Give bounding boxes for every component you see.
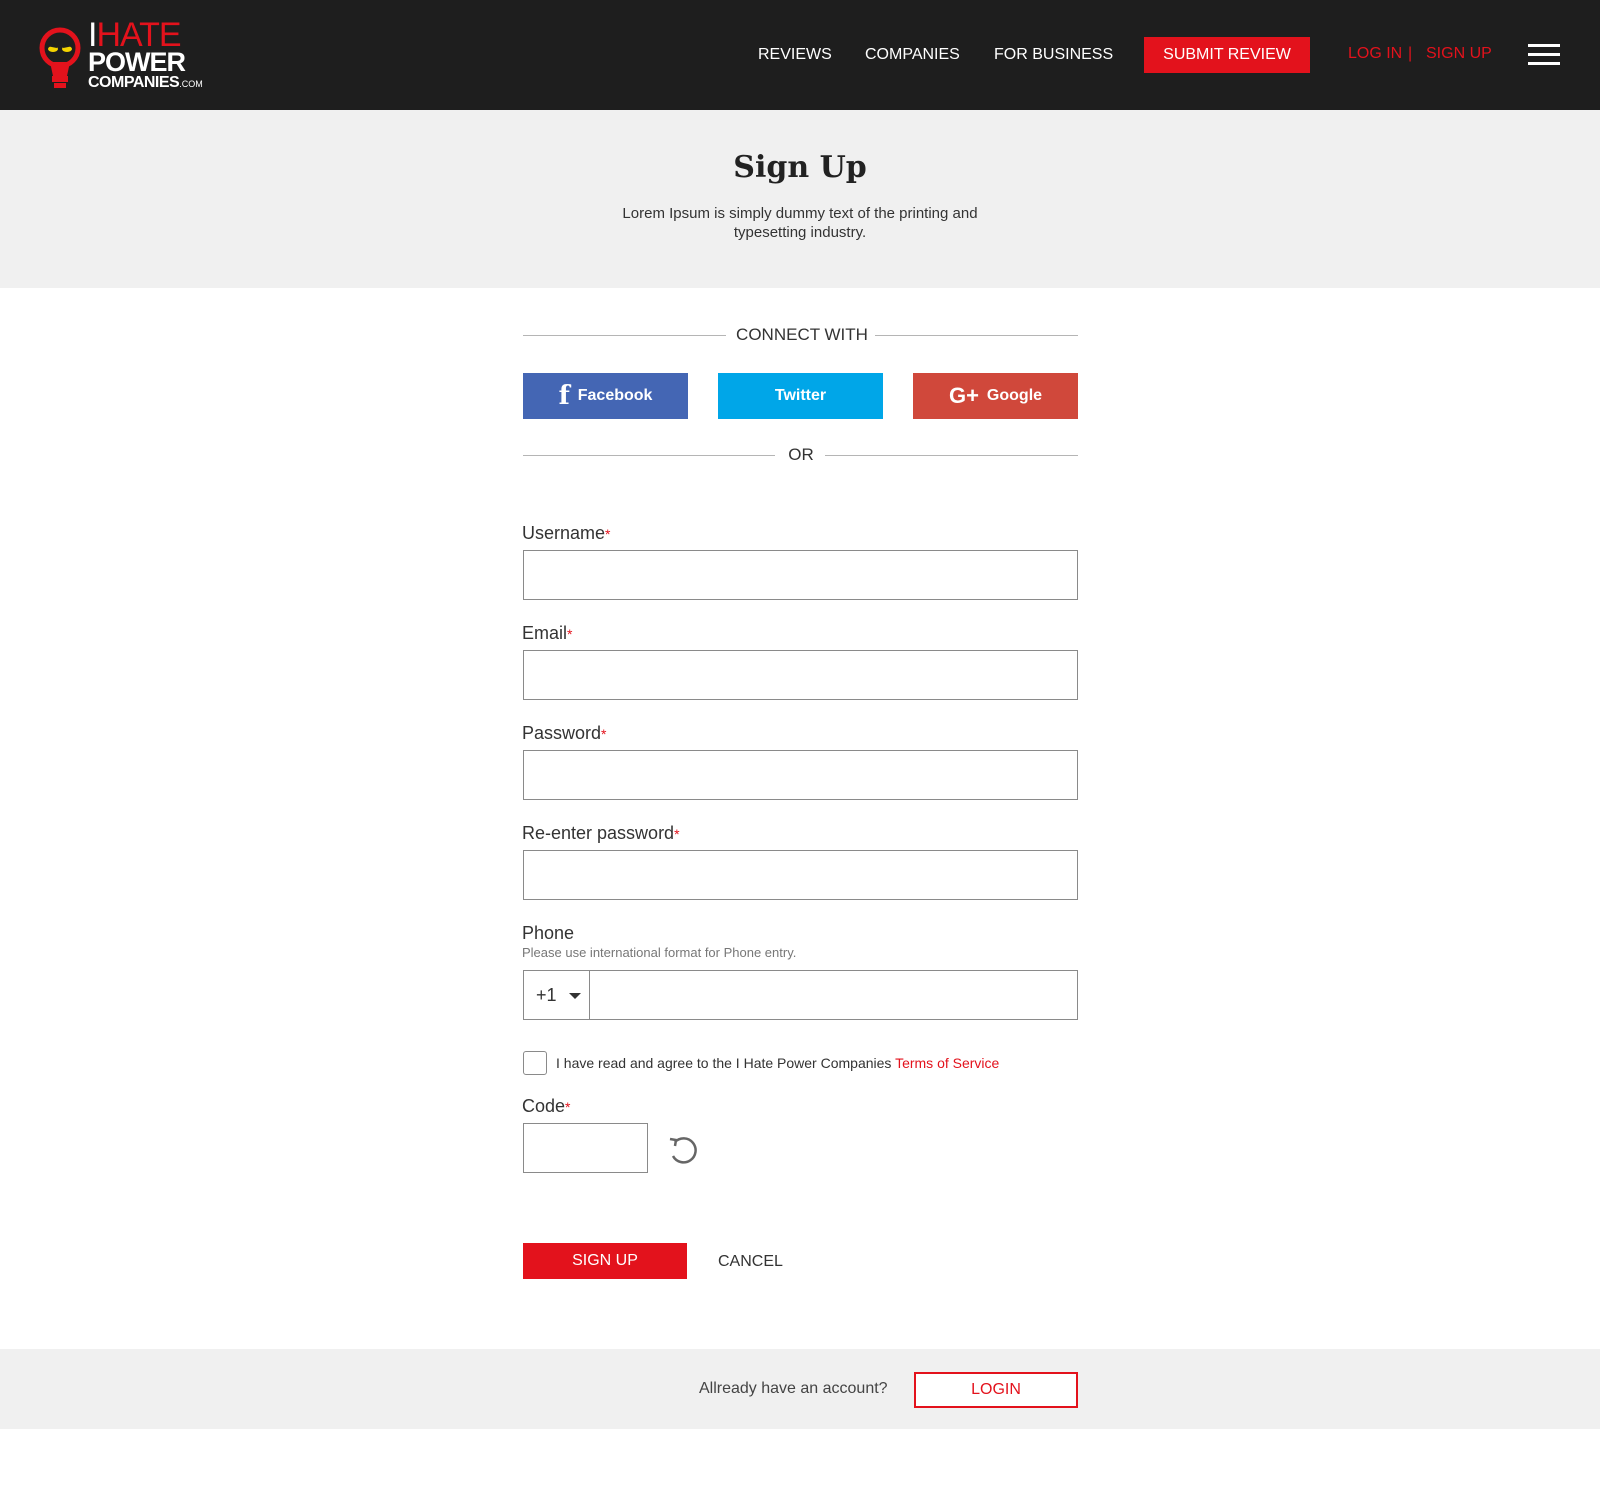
auth-separator: | <box>1408 45 1413 62</box>
hamburger-menu-icon[interactable] <box>1528 44 1560 66</box>
lightbulb-logo-icon <box>39 27 81 88</box>
or-label: OR <box>788 445 814 464</box>
site-logo[interactable]: IHATE POWER COMPANIES.COM <box>38 18 228 94</box>
terms-text: I have read and agree to the I Hate Powe… <box>556 1055 1000 1071</box>
terms-of-service-link[interactable]: Terms of Service <box>895 1055 999 1071</box>
email-input[interactable] <box>523 650 1078 700</box>
logo-text-companies: COMPANIES <box>88 74 180 91</box>
google-plus-icon: G+ <box>948 383 979 408</box>
code-input[interactable] <box>523 1123 648 1173</box>
site-header: IHATE POWER COMPANIES.COM REVIEWS COMPAN… <box>0 0 1600 110</box>
password-input[interactable] <box>523 750 1078 800</box>
page-subtitle: Lorem Ipsum is simply dummy text of the … <box>622 205 978 241</box>
username-label: Username* <box>522 523 611 543</box>
phone-field: +1 <box>523 970 1078 1020</box>
country-code-value: +1 <box>536 985 557 1005</box>
connect-with-label: CONNECT WITH <box>736 325 868 344</box>
logo-text-power: POWER <box>88 47 186 77</box>
terms-checkbox[interactable] <box>523 1051 547 1075</box>
email-label: Email* <box>522 623 573 643</box>
login-link[interactable]: LOG IN <box>1348 44 1402 64</box>
facebook-label: Facebook <box>577 387 653 404</box>
phone-hint: Please use international format for Phon… <box>522 945 797 960</box>
reenter-password-input[interactable] <box>523 850 1078 900</box>
signup-link[interactable]: SIGN UP <box>1426 44 1492 64</box>
cancel-button[interactable]: CANCEL <box>718 1252 783 1272</box>
username-input[interactable] <box>523 550 1078 600</box>
facebook-icon: f <box>558 381 570 411</box>
code-label: Code* <box>522 1096 571 1116</box>
google-button[interactable]: G+ Google <box>913 373 1078 419</box>
or-divider: OR <box>523 445 1078 465</box>
page-hero: Sign Up Lorem Ipsum is simply dummy text… <box>0 110 1600 288</box>
nav-companies[interactable]: COMPANIES <box>865 45 960 65</box>
nav-for-business[interactable]: FOR BUSINESS <box>994 45 1113 65</box>
account-question: Allready have an account? <box>699 1380 888 1397</box>
logo-text-com: .COM <box>179 79 203 89</box>
submit-review-button[interactable]: SUBMIT REVIEW <box>1144 37 1310 73</box>
twitter-button[interactable]: Twitter <box>718 373 883 419</box>
country-code-select[interactable]: +1 <box>524 971 590 1019</box>
reenter-password-label: Re-enter password* <box>522 823 680 843</box>
password-label: Password* <box>522 723 607 743</box>
phone-input[interactable] <box>591 971 1077 1019</box>
twitter-label: Twitter <box>774 387 827 404</box>
phone-label: Phone <box>522 923 575 943</box>
refresh-icon[interactable] <box>666 1133 700 1167</box>
nav-reviews[interactable]: REVIEWS <box>758 45 832 65</box>
google-label: Google <box>986 387 1043 404</box>
connect-with-divider: CONNECT WITH <box>523 325 1078 345</box>
login-button[interactable]: LOGIN <box>914 1372 1078 1408</box>
page-title: Sign Up <box>733 150 867 185</box>
sign-up-button[interactable]: SIGN UP <box>523 1243 687 1279</box>
login-prompt-bar: Allready have an account? LOGIN <box>0 1349 1600 1429</box>
chevron-down-icon <box>569 993 581 999</box>
facebook-button[interactable]: f Facebook <box>523 373 688 419</box>
